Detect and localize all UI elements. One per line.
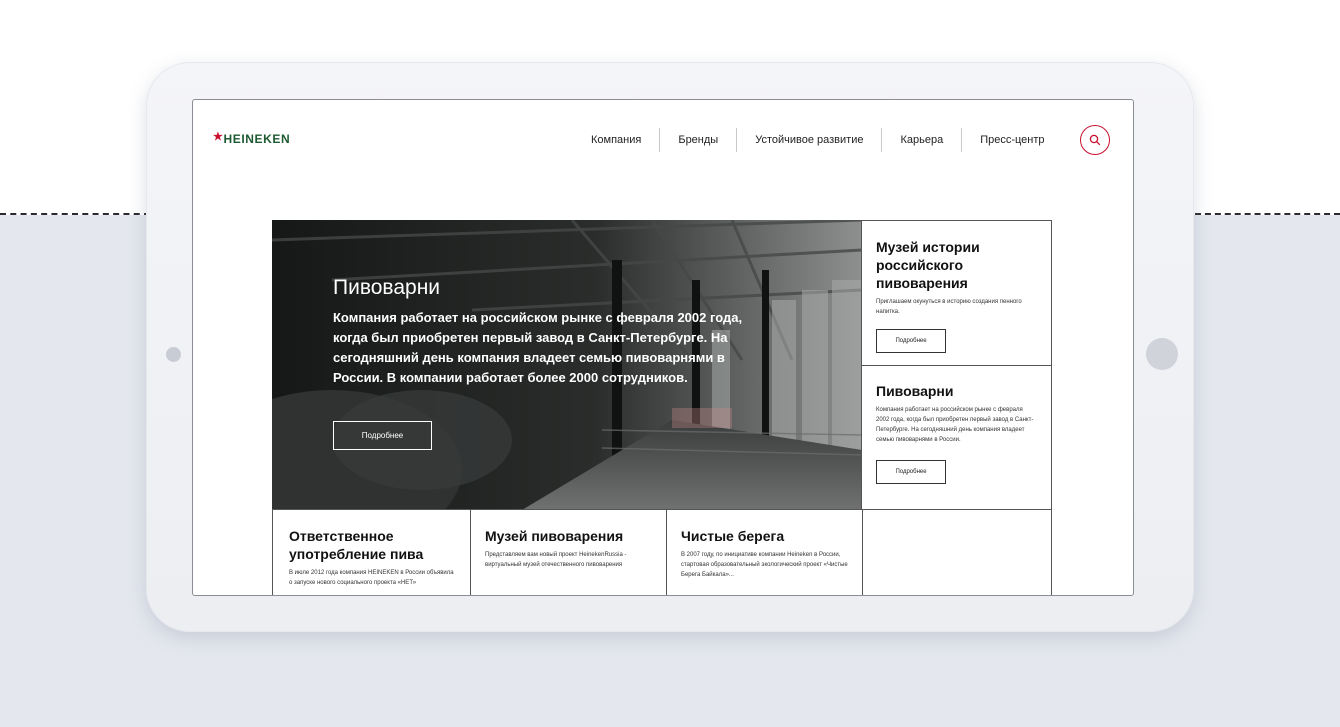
card-title: Музей истории российского пивоварения [876, 239, 980, 291]
card-clean-shores[interactable]: Чистые берега В 2007 году, по инициативе… [666, 509, 863, 595]
nav-item-career[interactable]: Карьера [881, 128, 961, 152]
logo-text: HEINEKEN [223, 132, 291, 146]
dashed-divider-right [1195, 213, 1340, 215]
dashed-divider-left [0, 213, 150, 215]
card-text: В июле 2012 года компания HEINEKEN в Рос… [289, 570, 454, 586]
heineken-logo[interactable]: ★HEINEKEN [213, 131, 291, 146]
card-brewing-museum[interactable]: Музей пивоварения Представляем вам новый… [470, 509, 667, 595]
card-text: В 2007 году, по инициативе компании Hein… [681, 552, 848, 578]
hero-content: Пивоварни Компания работает на российско… [333, 276, 743, 388]
card-title: Чистые берега [681, 528, 785, 544]
red-star-icon: ★ [213, 131, 224, 143]
card-text: Приглашаем окунуться в историю создания … [876, 299, 1022, 315]
tablet-home-button [1146, 338, 1178, 370]
nav-item-brands[interactable]: Бренды [659, 128, 736, 152]
card-text: Компания работает на российском рынке с … [876, 407, 1034, 443]
nav-item-sustainability[interactable]: Устойчивое развитие [736, 128, 881, 152]
card-museum-history[interactable]: Музей истории российского пивоварения Пр… [861, 220, 1052, 366]
nav-item-press-center[interactable]: Пресс-центр [961, 128, 1062, 152]
card-responsible-consumption[interactable]: Ответственное употребление пива В июле 2… [272, 509, 471, 595]
hero-banner: Пивоварни Компания работает на российско… [272, 220, 862, 510]
card-more-button[interactable]: Подробнее [876, 460, 946, 484]
search-icon [1089, 134, 1101, 146]
card-title: Пивоварни [876, 383, 954, 399]
nav-item-company[interactable]: Компания [573, 128, 659, 152]
card-more-button[interactable]: Подробнее [876, 329, 946, 353]
hero-text: Компания работает на российском рынке с … [333, 310, 743, 385]
tablet-camera [166, 347, 181, 362]
hero-more-button[interactable]: Подробнее [333, 421, 432, 450]
tablet-screen: ★HEINEKEN Компания Бренды Устойчивое раз… [192, 99, 1134, 596]
hero-title: Пивоварни [333, 276, 441, 299]
card-text: Представляем вам новый проект HeinekenRu… [485, 552, 627, 568]
card-empty [862, 509, 1052, 595]
card-title: Музей пивоварения [485, 528, 624, 544]
search-button[interactable] [1080, 125, 1110, 155]
main-nav: Компания Бренды Устойчивое развитие Карь… [573, 127, 1063, 153]
card-title: Ответственное употребление пива [289, 528, 424, 562]
card-breweries[interactable]: Пивоварни Компания работает на российско… [861, 365, 1052, 510]
